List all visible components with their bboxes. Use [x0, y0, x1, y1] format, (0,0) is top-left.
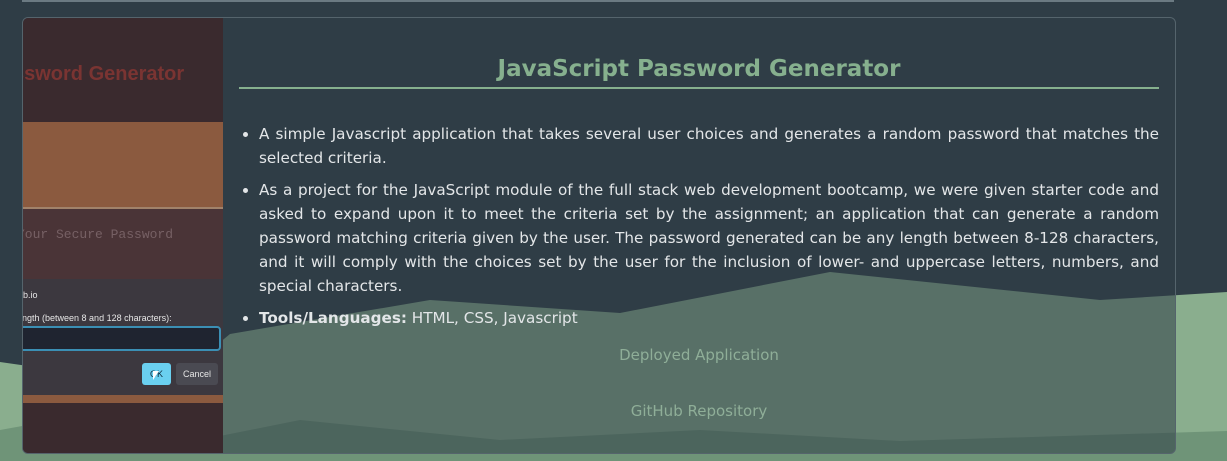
project-description-list: A simple Javascript application that tak… [239, 122, 1159, 338]
thumbnail-output-panel [23, 209, 223, 279]
thumbnail-footer [23, 403, 223, 453]
github-repository-link[interactable]: GitHub Repository [239, 402, 1159, 420]
project-screenshot[interactable]: ssword Generator Your Secure Password b.… [23, 18, 223, 453]
thumbnail-heading: ssword Generator [23, 63, 185, 85]
dialog-input [23, 326, 221, 351]
dialog-label: length (between 8 and 128 characters): [23, 313, 172, 323]
tools-item: Tools/Languages: HTML, CSS, Javascript [259, 306, 1159, 330]
dialog-header: b.io [23, 290, 38, 300]
thumbnail-password-placeholder: Your Secure Password [23, 227, 174, 242]
project-details: JavaScript Password Generator A simple J… [239, 18, 1159, 453]
dialog-cancel-button: Cancel [176, 363, 218, 385]
tools-label: Tools/Languages: [259, 309, 407, 327]
tools-value: HTML, CSS, Javascript [406, 309, 578, 327]
description-item: A simple Javascript application that tak… [259, 122, 1159, 170]
project-title: JavaScript Password Generator [497, 56, 901, 82]
deployed-application-link[interactable]: Deployed Application [239, 346, 1159, 364]
title-underline [239, 87, 1159, 89]
thumbnail-prompt-dialog: b.io length (between 8 and 128 character… [23, 279, 223, 395]
mouse-cursor-icon [153, 371, 159, 380]
project-card: ssword Generator Your Secure Password b.… [22, 17, 1176, 454]
thumbnail-footer-band [23, 395, 223, 403]
thumbnail-header-band [23, 122, 223, 208]
description-item: As a project for the JavaScript module o… [259, 178, 1159, 298]
